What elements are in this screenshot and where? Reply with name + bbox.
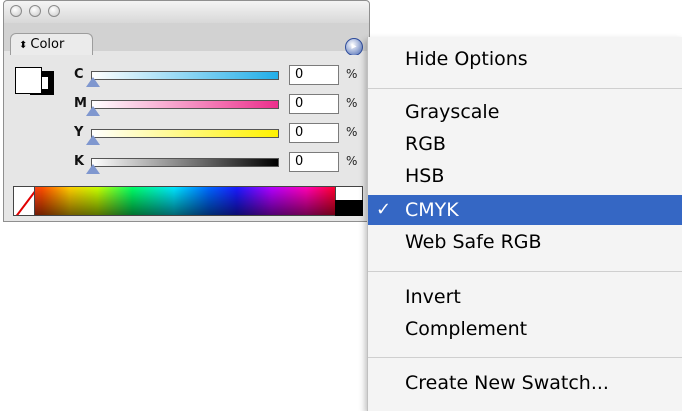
tab-toggle-icon: ⬍	[19, 40, 28, 51]
cyan-value-input[interactable]: 0	[289, 65, 339, 85]
slider-track-yellow[interactable]	[91, 129, 279, 138]
menu-item-label: Complement	[405, 318, 528, 340]
black-unit: %	[346, 154, 358, 168]
menu-item-label: RGB	[405, 133, 446, 155]
fill-swatch[interactable]	[15, 67, 42, 94]
color-panel: ⬍ Color ▸ C 0 % M 0 % Y 0 % K 0 %	[3, 0, 370, 222]
slider-label-black: K	[74, 154, 85, 169]
menu-separator	[368, 271, 682, 272]
menu-item-complement[interactable]: Complement	[368, 314, 682, 344]
minimize-window-button[interactable]	[29, 5, 41, 17]
magenta-value-input[interactable]: 0	[289, 94, 339, 114]
slider-row-cyan: C 0 %	[74, 65, 369, 91]
slider-label-cyan: C	[74, 67, 84, 82]
slider-row-black: K 0 %	[74, 152, 369, 178]
panel-options-button[interactable]: ▸	[345, 38, 363, 56]
menu-item-web-safe-rgb[interactable]: Web Safe RGB	[368, 227, 682, 257]
zoom-window-button[interactable]	[48, 5, 60, 17]
black-swatch[interactable]	[335, 200, 363, 216]
tab-color[interactable]: ⬍ Color	[10, 33, 94, 56]
slider-label-yellow: Y	[74, 125, 84, 140]
menu-item-label: HSB	[405, 165, 445, 187]
yellow-value-input[interactable]: 0	[289, 123, 339, 143]
tab-label: Color	[30, 37, 65, 52]
menu-item-label: Grayscale	[405, 101, 500, 123]
none-swatch[interactable]	[13, 186, 35, 216]
menu-item-label: Create New Swatch...	[405, 372, 609, 394]
menu-item-hsb[interactable]: HSB	[368, 161, 682, 191]
menu-item-label: CMYK	[405, 199, 459, 221]
menu-item-hide-options[interactable]: Hide Options	[368, 44, 682, 74]
menu-item-grayscale[interactable]: Grayscale	[368, 97, 682, 127]
magenta-unit: %	[346, 96, 358, 110]
checkmark-icon: ✓	[376, 199, 392, 220]
slider-thumb-cyan[interactable]	[86, 77, 100, 87]
close-window-button[interactable]	[10, 5, 22, 17]
slider-thumb-magenta[interactable]	[86, 106, 100, 116]
white-swatch[interactable]	[335, 186, 363, 200]
slider-label-magenta: M	[74, 96, 87, 111]
panel-body: C 0 % M 0 % Y 0 % K 0 %	[4, 55, 369, 221]
yellow-unit: %	[346, 125, 358, 139]
black-value-input[interactable]: 0	[289, 152, 339, 172]
cyan-unit: %	[346, 67, 358, 81]
slider-track-black[interactable]	[91, 158, 279, 167]
menu-item-rgb[interactable]: RGB	[368, 129, 682, 159]
slider-thumb-yellow[interactable]	[86, 135, 100, 145]
panel-titlebar	[4, 1, 369, 24]
menu-item-create-new-swatch[interactable]: Create New Swatch...	[368, 368, 682, 398]
slider-track-magenta[interactable]	[91, 100, 279, 109]
slider-row-magenta: M 0 %	[74, 94, 369, 120]
menu-separator	[368, 88, 682, 89]
menu-item-label: Invert	[405, 286, 461, 308]
color-spectrum-ramp[interactable]	[13, 186, 363, 216]
slider-row-yellow: Y 0 %	[74, 123, 369, 149]
menu-item-label: Web Safe RGB	[405, 231, 542, 253]
menu-item-cmyk[interactable]: ✓ CMYK	[368, 195, 682, 225]
slider-thumb-black[interactable]	[86, 164, 100, 174]
slider-track-cyan[interactable]	[91, 71, 279, 80]
menu-separator	[368, 357, 682, 358]
menu-item-invert[interactable]: Invert	[368, 282, 682, 312]
menu-item-label: Hide Options	[405, 48, 528, 70]
panel-options-menu: Hide Options Grayscale RGB HSB ✓ CMYK We…	[367, 37, 682, 411]
options-arrow-icon: ▸	[351, 41, 357, 52]
